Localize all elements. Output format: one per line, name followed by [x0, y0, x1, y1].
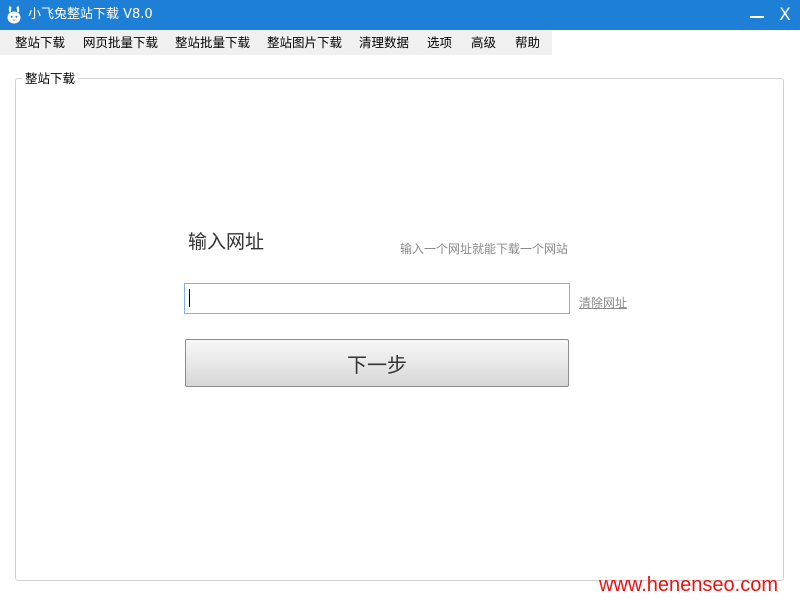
menu-site-download[interactable]: 整站下载	[0, 30, 68, 55]
text-caret	[189, 289, 190, 307]
title-bar[interactable]: 小飞兔整站下载 V8.0 X	[0, 0, 800, 30]
close-button[interactable]: X	[770, 2, 800, 28]
menu-help[interactable]: 帮助	[500, 30, 552, 55]
clear-url-link[interactable]: 清除网址	[579, 295, 627, 311]
menu-bar: 整站下载 网页批量下载 整站批量下载 整站图片下载 清理数据 选项 高级 帮助	[0, 30, 552, 55]
input-url-heading: 输入网址	[188, 231, 265, 253]
menu-site-batch-download[interactable]: 整站批量下载	[160, 30, 252, 55]
close-icon: X	[779, 5, 791, 25]
group-title: 整站下载	[22, 71, 79, 87]
watermark-text: www.henenseo.com	[599, 574, 778, 596]
menu-site-image-download[interactable]: 整站图片下载	[252, 30, 344, 55]
menu-page-batch-download[interactable]: 网页批量下载	[68, 30, 160, 55]
menu-advanced[interactable]: 高级	[456, 30, 500, 55]
rabbit-logo-icon	[7, 6, 21, 24]
next-step-button[interactable]: 下一步	[185, 339, 569, 387]
minimize-icon	[750, 16, 764, 18]
minimize-button[interactable]	[742, 2, 772, 28]
url-input[interactable]	[184, 283, 570, 314]
input-url-hint: 输入一个网址就能下载一个网站	[400, 242, 569, 256]
menu-options[interactable]: 选项	[412, 30, 456, 55]
menu-clear-data[interactable]: 清理数据	[344, 30, 412, 55]
app-window: 小飞兔整站下载 V8.0 X 整站下载 网页批量下载 整站批量下载 整站图片下载…	[0, 0, 800, 600]
site-download-group	[15, 78, 784, 581]
window-title: 小飞兔整站下载 V8.0	[28, 7, 153, 22]
